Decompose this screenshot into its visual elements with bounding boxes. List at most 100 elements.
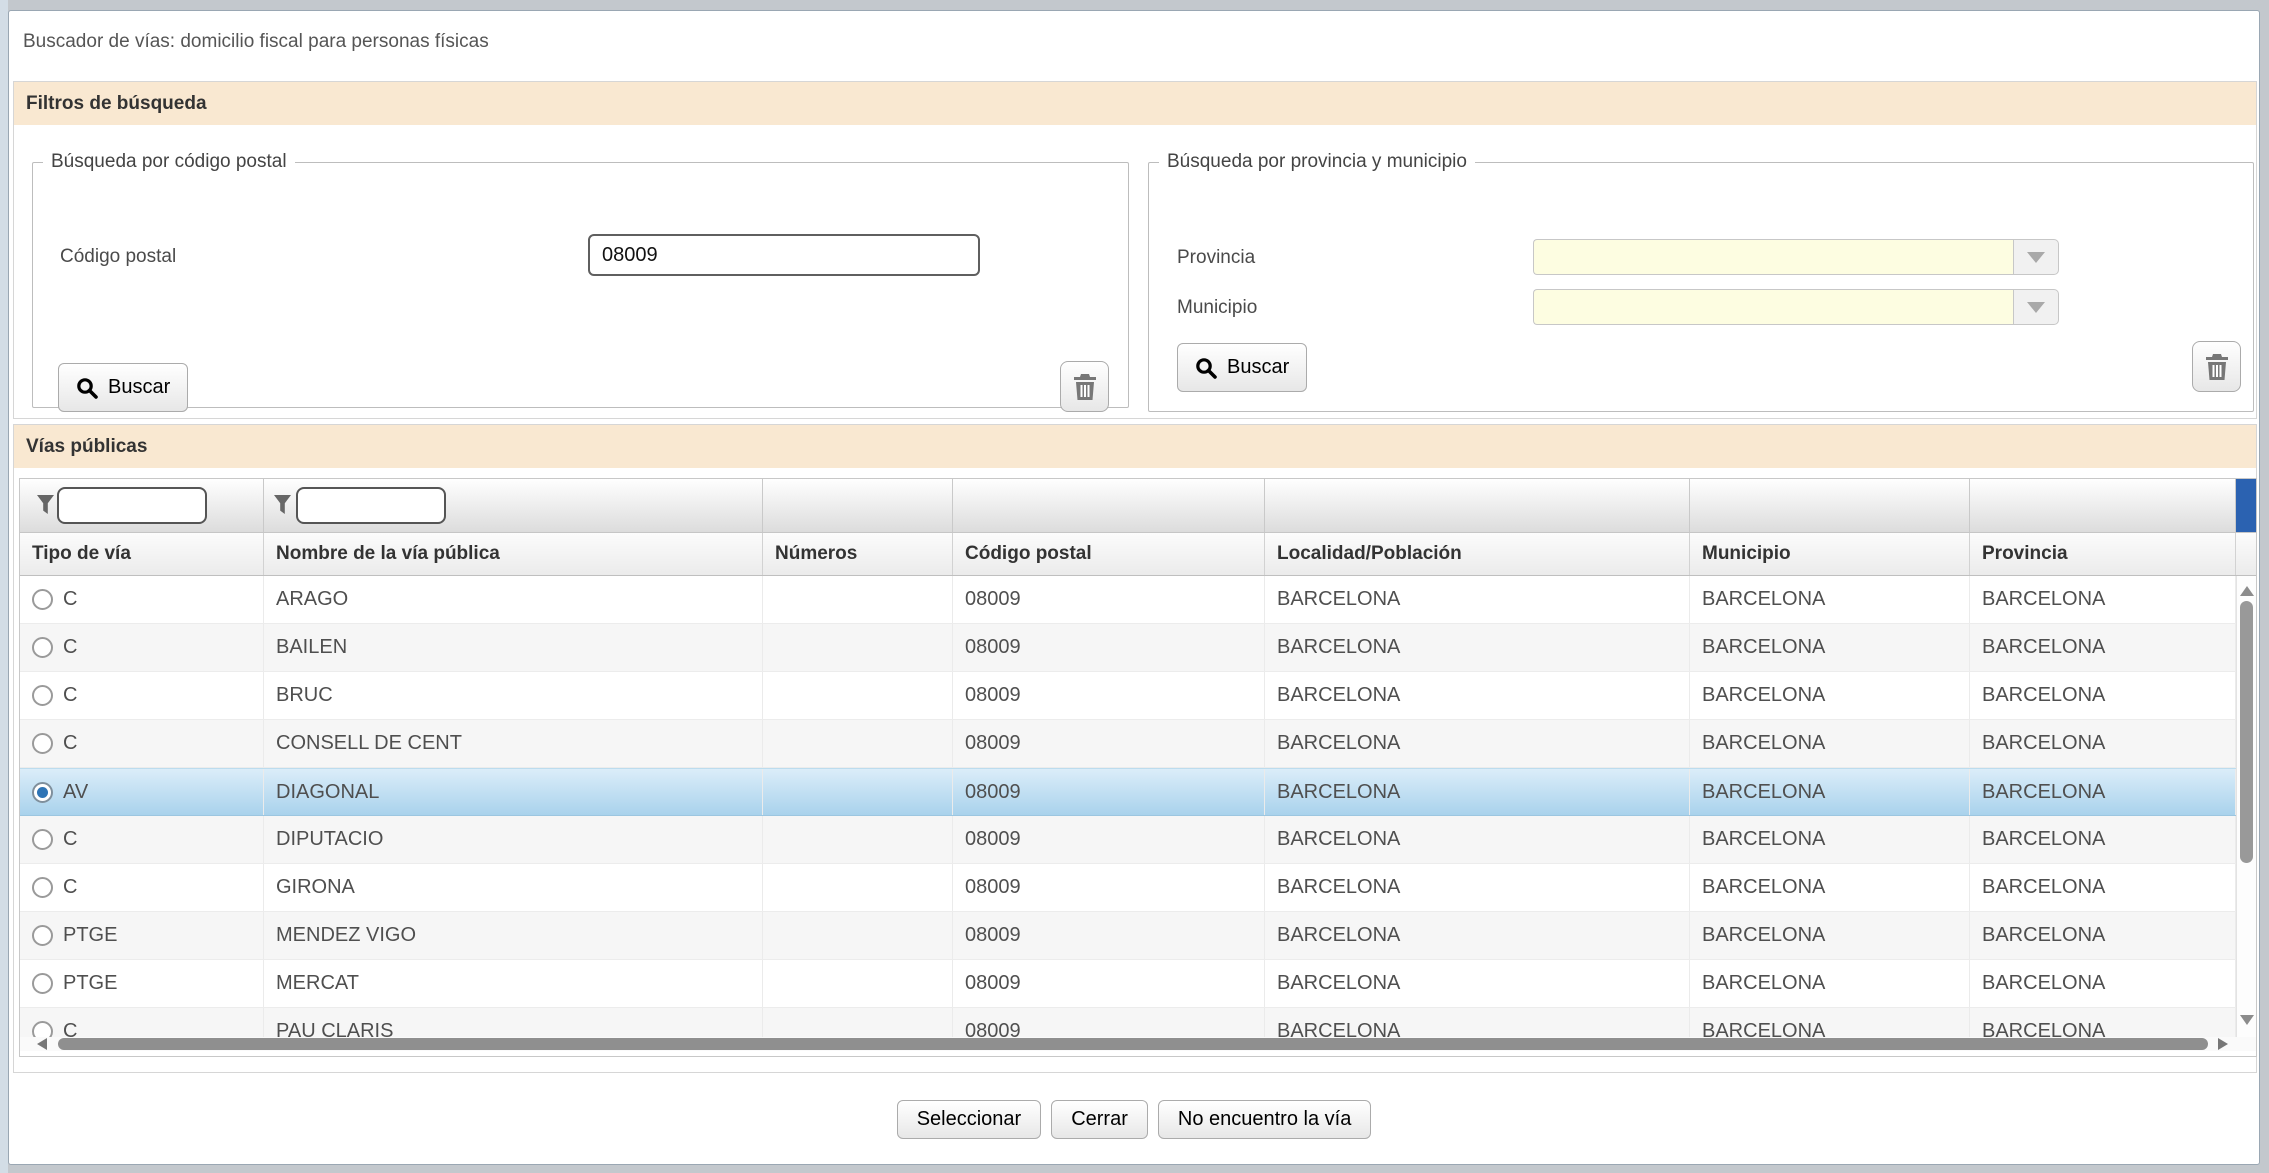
row-radio[interactable] bbox=[32, 782, 53, 803]
filter-funnel-icon bbox=[37, 495, 54, 515]
cell-tipo: C bbox=[20, 816, 264, 863]
column-header[interactable]: Municipio bbox=[1690, 533, 1970, 575]
localidad-value: BARCELONA bbox=[1277, 972, 1400, 995]
cell-cp: 08009 bbox=[953, 816, 1265, 863]
table-row[interactable]: C ARAGO 08009 BARCELONA BARCELONA BARCEL… bbox=[20, 576, 2236, 624]
municipio-value: BARCELONA bbox=[1702, 684, 1825, 707]
table-row[interactable]: PTGE MENDEZ VIGO 08009 BARCELONA BARCELO… bbox=[20, 912, 2236, 960]
close-button[interactable]: Cerrar bbox=[1051, 1100, 1148, 1139]
select-button[interactable]: Seleccionar bbox=[897, 1100, 1042, 1139]
cell-tipo: C bbox=[20, 672, 264, 719]
province-search-button-label: Buscar bbox=[1227, 356, 1289, 379]
scroll-down-icon[interactable] bbox=[2240, 1015, 2254, 1025]
cell-cp: 08009 bbox=[953, 1008, 1265, 1037]
province-label: Provincia bbox=[1177, 247, 1255, 269]
localidad-value: BARCELONA bbox=[1277, 876, 1400, 899]
postal-search-legend: Búsqueda por código postal bbox=[43, 151, 295, 173]
table-row[interactable]: C PAU CLARIS 08009 BARCELONA BARCELONA B… bbox=[20, 1008, 2236, 1037]
cell-numeros bbox=[763, 672, 953, 719]
column-header[interactable]: Localidad/Población bbox=[1265, 533, 1690, 575]
vertical-scrollbar[interactable] bbox=[2236, 576, 2256, 1037]
tipo-value: C bbox=[63, 1020, 77, 1037]
provincia-value: BARCELONA bbox=[1982, 828, 2105, 851]
row-radio[interactable] bbox=[32, 733, 53, 754]
cp-value: 08009 bbox=[965, 1020, 1021, 1037]
horizontal-scrollbar-thumb[interactable] bbox=[58, 1038, 2208, 1050]
vertical-scrollbar-thumb[interactable] bbox=[2240, 601, 2253, 863]
cell-tipo: PTGE bbox=[20, 960, 264, 1007]
table-header-row: Tipo de víaNombre de la vía públicaNúmer… bbox=[20, 533, 2256, 576]
province-search-button[interactable]: Buscar bbox=[1177, 343, 1307, 392]
scroll-right-icon[interactable] bbox=[2218, 1038, 2228, 1050]
municipality-combobox bbox=[1533, 289, 2059, 325]
municipality-label: Municipio bbox=[1177, 297, 1257, 319]
nombre-value: BRUC bbox=[276, 684, 333, 707]
cell-nombre: DIAGONAL bbox=[264, 769, 763, 815]
cell-localidad: BARCELONA bbox=[1265, 769, 1690, 815]
nombre-filter-input[interactable] bbox=[296, 487, 446, 524]
column-header[interactable]: Números bbox=[763, 533, 953, 575]
search-icon bbox=[1195, 357, 1217, 379]
cp-value: 08009 bbox=[965, 876, 1021, 899]
cell-provincia: BARCELONA bbox=[1970, 912, 2236, 959]
province-clear-button[interactable] bbox=[2192, 341, 2241, 392]
column-header[interactable]: Tipo de vía bbox=[20, 533, 264, 575]
street-not-found-button[interactable]: No encuentro la vía bbox=[1158, 1100, 1371, 1139]
cell-localidad: BARCELONA bbox=[1265, 816, 1690, 863]
province-combo-button[interactable] bbox=[2013, 239, 2059, 275]
row-radio[interactable] bbox=[32, 1021, 53, 1037]
postal-code-input[interactable] bbox=[588, 234, 980, 276]
localidad-value: BARCELONA bbox=[1277, 588, 1400, 611]
postal-search-button[interactable]: Buscar bbox=[58, 363, 188, 412]
cell-numeros bbox=[763, 1008, 953, 1037]
column-header[interactable]: Provincia bbox=[1970, 533, 2236, 575]
postal-clear-button[interactable] bbox=[1060, 361, 1109, 412]
dialog-actions: Seleccionar Cerrar No encuentro la vía bbox=[9, 1100, 2259, 1139]
row-radio[interactable] bbox=[32, 925, 53, 946]
row-radio[interactable] bbox=[32, 685, 53, 706]
scroll-left-icon[interactable] bbox=[37, 1038, 47, 1050]
tipo-value: C bbox=[63, 636, 77, 659]
cell-numeros bbox=[763, 720, 953, 767]
table-row[interactable]: AV DIAGONAL 08009 BARCELONA BARCELONA BA… bbox=[20, 768, 2236, 816]
cell-municipio: BARCELONA bbox=[1690, 960, 1970, 1007]
scroll-up-icon[interactable] bbox=[2240, 586, 2254, 596]
municipio-value: BARCELONA bbox=[1702, 924, 1825, 947]
nombre-value: PAU CLARIS bbox=[276, 1020, 393, 1037]
cell-provincia: BARCELONA bbox=[1970, 960, 2236, 1007]
nombre-value: DIAGONAL bbox=[276, 781, 379, 804]
nombre-value: GIRONA bbox=[276, 876, 355, 899]
tipo-filter-input[interactable] bbox=[57, 487, 207, 524]
table-row[interactable]: C DIPUTACIO 08009 BARCELONA BARCELONA BA… bbox=[20, 816, 2236, 864]
tipo-value: PTGE bbox=[63, 924, 117, 947]
cell-numeros bbox=[763, 624, 953, 671]
row-radio[interactable] bbox=[32, 637, 53, 658]
cell-nombre: BRUC bbox=[264, 672, 763, 719]
municipality-combo-button[interactable] bbox=[2013, 289, 2059, 325]
tipo-value: C bbox=[63, 732, 77, 755]
table-row[interactable]: C CONSELL DE CENT 08009 BARCELONA BARCEL… bbox=[20, 720, 2236, 768]
cell-tipo: C bbox=[20, 624, 264, 671]
cell-nombre: BAILEN bbox=[264, 624, 763, 671]
column-header[interactable]: Nombre de la vía pública bbox=[264, 533, 763, 575]
row-radio[interactable] bbox=[32, 973, 53, 994]
horizontal-scrollbar[interactable] bbox=[20, 1037, 2256, 1051]
province-combo-input[interactable] bbox=[1533, 239, 2013, 275]
row-radio[interactable] bbox=[32, 829, 53, 850]
cell-provincia: BARCELONA bbox=[1970, 720, 2236, 767]
trash-icon bbox=[2204, 353, 2230, 381]
cell-cp: 08009 bbox=[953, 769, 1265, 815]
table-row[interactable]: C BRUC 08009 BARCELONA BARCELONA BARCELO… bbox=[20, 672, 2236, 720]
row-radio[interactable] bbox=[32, 877, 53, 898]
table-row[interactable]: PTGE MERCAT 08009 BARCELONA BARCELONA BA… bbox=[20, 960, 2236, 1008]
municipality-combo-input[interactable] bbox=[1533, 289, 2013, 325]
cp-value: 08009 bbox=[965, 972, 1021, 995]
table-row[interactable]: C BAILEN 08009 BARCELONA BARCELONA BARCE… bbox=[20, 624, 2236, 672]
province-combobox bbox=[1533, 239, 2059, 275]
cell-tipo: C bbox=[20, 720, 264, 767]
postal-search-button-label: Buscar bbox=[108, 376, 170, 399]
column-header[interactable]: Código postal bbox=[953, 533, 1265, 575]
table-row[interactable]: C GIRONA 08009 BARCELONA BARCELONA BARCE… bbox=[20, 864, 2236, 912]
row-radio[interactable] bbox=[32, 589, 53, 610]
cell-provincia: BARCELONA bbox=[1970, 672, 2236, 719]
